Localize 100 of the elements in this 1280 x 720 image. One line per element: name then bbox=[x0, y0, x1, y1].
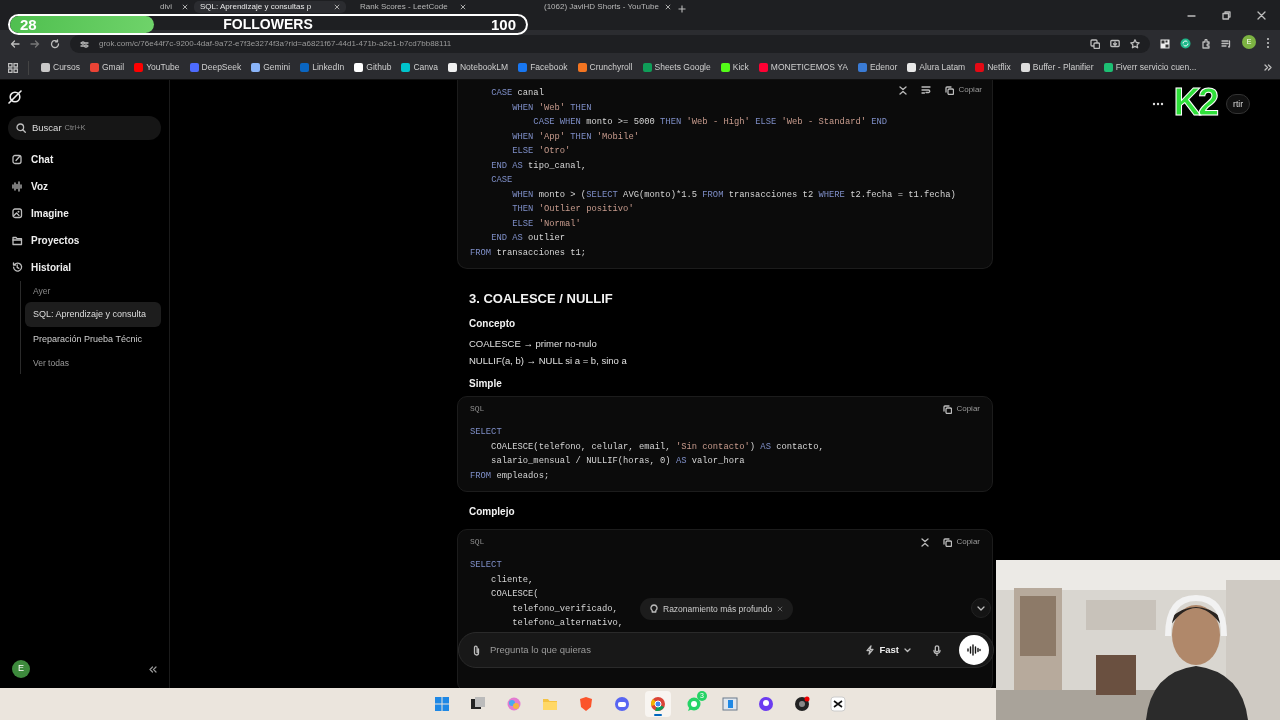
apps-grid-icon[interactable] bbox=[8, 62, 18, 73]
copy-button[interactable]: Copiar bbox=[945, 84, 982, 96]
nav-item[interactable]: Proyectos bbox=[8, 227, 161, 254]
close-tab-icon[interactable] bbox=[460, 4, 466, 10]
copy-icon bbox=[943, 404, 953, 414]
collapse-icon[interactable] bbox=[899, 85, 908, 95]
copy-icon bbox=[943, 537, 953, 547]
collapse-sidebar-icon[interactable] bbox=[149, 665, 157, 673]
voice-mode-button[interactable] bbox=[959, 635, 989, 665]
bookmark-link[interactable]: DeepSeek bbox=[201, 61, 242, 74]
bookmark-link[interactable]: Cursos bbox=[53, 61, 80, 74]
bookmark-link[interactable]: Buffer - Planifier bbox=[1032, 61, 1094, 74]
bookmark-link[interactable]: Canva bbox=[413, 61, 438, 74]
lightbulb-icon bbox=[650, 604, 658, 614]
code-line: SELECT bbox=[470, 426, 502, 439]
browser-tab[interactable]: divi bbox=[158, 1, 190, 13]
history-item[interactable]: SQL: Aprendizaje y consulta bbox=[25, 301, 161, 328]
bookmark-link[interactable]: Facebook bbox=[530, 61, 568, 74]
browser-tab[interactable]: (1062) JaviHD Shorts - YouTube bbox=[538, 1, 670, 13]
goal-count: 100 bbox=[490, 16, 516, 33]
restore-icon[interactable] bbox=[1222, 10, 1231, 20]
chevrons-right-icon[interactable] bbox=[1264, 64, 1272, 71]
code-line: SELECT bbox=[470, 559, 502, 572]
app-logo-icon[interactable] bbox=[8, 90, 22, 104]
paragraph: NULLIF(a, b) → NULL si a = b, sino a bbox=[469, 353, 628, 368]
bookmark-link[interactable]: YouTube bbox=[146, 61, 180, 74]
waveform-icon bbox=[967, 644, 981, 656]
code-line: WHEN monto > (SELECT AVG(monto)*1.5 FROM transacciones t2 WHERE t2.fecha = t1.fecha) bbox=[511, 188, 956, 202]
see-all-link[interactable]: Ver todas bbox=[25, 352, 161, 374]
bookmark-link[interactable]: Gmail bbox=[101, 61, 125, 74]
attach-icon[interactable] bbox=[473, 644, 480, 656]
new-tab-icon[interactable] bbox=[678, 5, 686, 13]
bookmark-link[interactable]: Gemini bbox=[263, 61, 291, 74]
code-line: cliente, bbox=[490, 573, 534, 587]
more-menu-icon[interactable] bbox=[1266, 37, 1270, 49]
close-tab-icon[interactable] bbox=[182, 4, 188, 10]
wrap-lines-icon[interactable] bbox=[921, 86, 932, 94]
image-icon bbox=[12, 208, 23, 219]
share-button[interactable]: rtir bbox=[1226, 94, 1250, 114]
bookmark-link[interactable]: Kick bbox=[732, 61, 749, 74]
language-label: SQL bbox=[470, 536, 485, 548]
close-tab-icon[interactable] bbox=[334, 4, 340, 10]
bookmark-link[interactable]: NotebookLM bbox=[459, 61, 509, 74]
bookmark-link[interactable]: Netflix bbox=[987, 61, 1011, 74]
qr-code-icon[interactable] bbox=[1160, 39, 1170, 49]
code-line: CASE WHEN monto >= 5000 THEN 'Web - High' ELSE 'Web - Standard' END bbox=[532, 116, 888, 129]
bookmark-link[interactable]: Edenor bbox=[869, 61, 898, 74]
bookmark-link[interactable]: Alura Latam bbox=[919, 61, 966, 74]
follower-count: 28 bbox=[20, 16, 37, 33]
window-icon bbox=[722, 696, 738, 712]
bookmark-link[interactable]: Fiverr servicio cuen... bbox=[1115, 61, 1197, 74]
browser-tab[interactable]: SQL: Aprendizaje y consultas p bbox=[194, 1, 346, 13]
chevron-down-icon bbox=[977, 605, 985, 611]
paragraph: COALESCE → primer no-nulo bbox=[469, 336, 598, 351]
section-heading: 3. COALESCE / NULLIF bbox=[469, 290, 614, 308]
collapse-icon[interactable] bbox=[921, 537, 930, 547]
forward-icon[interactable] bbox=[30, 39, 40, 49]
extensions-icon[interactable] bbox=[1201, 39, 1211, 49]
nav-item[interactable]: Historial bbox=[8, 254, 161, 281]
code-line: WHEN 'Web' THEN bbox=[511, 101, 592, 115]
copy-button[interactable]: Copiar bbox=[943, 536, 980, 548]
message-composer[interactable]: Pregunta lo que quieras Fast bbox=[458, 632, 994, 668]
history-date-label: Ayer bbox=[32, 285, 52, 298]
nav-item[interactable]: Voz bbox=[8, 173, 161, 200]
caret-icon bbox=[904, 647, 911, 653]
close-tab-icon[interactable] bbox=[664, 4, 671, 10]
copy-button[interactable]: Copiar bbox=[943, 403, 980, 415]
more-options-icon[interactable] bbox=[1151, 102, 1164, 106]
code-line: FROM empleados; bbox=[470, 469, 550, 483]
back-icon[interactable] bbox=[10, 39, 20, 49]
bookmark-link[interactable]: Crunchyroll bbox=[589, 61, 633, 74]
subheading: Concepto bbox=[469, 316, 517, 331]
task-view-icon bbox=[470, 696, 486, 712]
browser-tab[interactable]: Rank Scores - LeetCode bbox=[354, 1, 472, 13]
translate-icon[interactable] bbox=[1090, 39, 1100, 49]
star-icon[interactable] bbox=[1130, 39, 1140, 49]
media-controls-icon[interactable] bbox=[1221, 39, 1232, 49]
dismiss-icon[interactable] bbox=[777, 606, 784, 612]
code-line: END AS outlier bbox=[490, 232, 566, 245]
close-icon[interactable] bbox=[1257, 10, 1266, 20]
nav-item[interactable]: Imagine bbox=[8, 200, 161, 227]
mode-dropdown[interactable]: Fast bbox=[862, 642, 915, 658]
user-avatar[interactable]: E bbox=[12, 660, 30, 678]
nav-item[interactable]: Chat bbox=[8, 146, 161, 173]
copy-icon bbox=[945, 85, 955, 95]
bookmark-link[interactable]: Sheets Google bbox=[654, 61, 711, 74]
bookmark-link[interactable]: LinkedIn bbox=[312, 61, 345, 74]
suggestion-chip[interactable]: Razonamiento más profundo bbox=[640, 598, 794, 620]
waveform-icon bbox=[12, 181, 23, 192]
address-bar[interactable]: grok.com/c/76e44f7c-9200-4daf-9a72-e7f3e3274f3a?rid=a6821f67-44d1-471b-a2e1-b7cd7bb88111 bbox=[70, 35, 1150, 53]
bookmark-link[interactable]: Github bbox=[366, 61, 392, 74]
history-item[interactable]: Preparación Prueba Técnic bbox=[25, 327, 161, 353]
refresh-extension-icon[interactable] bbox=[1180, 38, 1191, 49]
reload-icon[interactable] bbox=[50, 39, 60, 49]
site-info-icon[interactable] bbox=[80, 39, 89, 49]
language-label: SQL bbox=[470, 403, 485, 415]
bookmark-link[interactable]: MONETICEMOS YA bbox=[770, 61, 848, 74]
install-icon[interactable] bbox=[1110, 39, 1120, 49]
folder-icon bbox=[542, 696, 558, 712]
code-line: COALESCE( bbox=[490, 588, 539, 601]
